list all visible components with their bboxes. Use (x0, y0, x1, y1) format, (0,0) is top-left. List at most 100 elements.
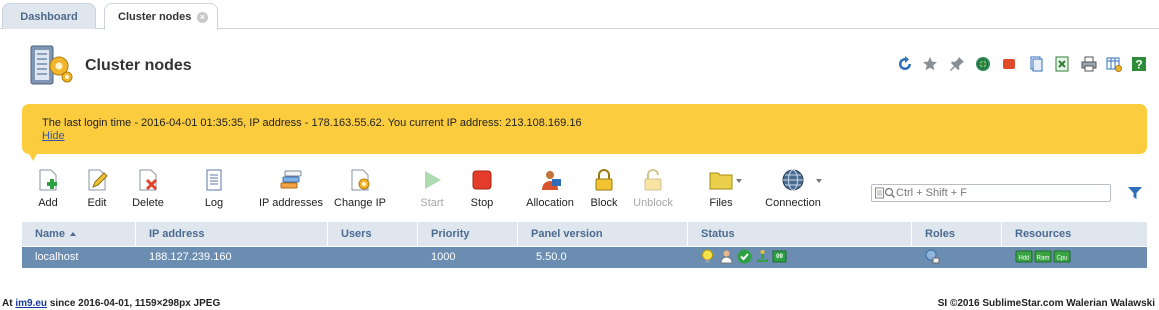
edit-icon (88, 169, 108, 191)
notice-pointer (28, 152, 38, 161)
stop-record-icon[interactable] (1001, 56, 1017, 72)
last-login-notice: The last login time - 2016-04-01 01:35:3… (22, 104, 1147, 154)
image-credit: At im9.eu since 2016-04-01, 1159×298px J… (2, 298, 220, 309)
star-icon[interactable] (922, 56, 938, 72)
connection-label: Connection (765, 197, 821, 209)
check-icon (737, 249, 752, 264)
connection-dropdown-icon[interactable] (816, 179, 822, 183)
cpu-icon: Cpu (1053, 250, 1071, 263)
filter-icon[interactable] (1128, 186, 1142, 200)
hide-notice-link[interactable]: Hide (42, 130, 65, 142)
files-dropdown-icon[interactable] (736, 179, 742, 183)
credit-suffix: since 2016-04-01, 1159×298px JPEG (49, 298, 221, 309)
column-header-panel-version[interactable]: Panel version (517, 222, 687, 246)
excel-icon[interactable] (1054, 56, 1070, 72)
start-label: Start (420, 197, 444, 209)
network-icon (757, 250, 768, 262)
cluster-server-icon (30, 45, 73, 85)
tab-cluster-nodes-label: Cluster nodes (118, 11, 192, 23)
files-label: Files (709, 197, 733, 209)
connection-globe-icon (782, 169, 804, 191)
column-header-name-label: Name (35, 228, 65, 240)
quick-search[interactable] (871, 184, 1111, 202)
log-label: Log (204, 197, 224, 209)
last-login-text: The last login time - 2016-04-01 01:35:3… (42, 117, 582, 129)
page-title: Cluster nodes (85, 57, 192, 74)
allocation-button[interactable]: Allocation (526, 168, 574, 209)
cell-panel-version: 5.50.0 (536, 251, 567, 263)
version-icon: 09 (772, 250, 787, 263)
user-icon (720, 250, 733, 264)
change-ip-label: Change IP (334, 197, 386, 209)
sort-ascending-icon (69, 232, 76, 236)
tab-cluster-nodes[interactable]: Cluster nodes × (104, 3, 218, 30)
delete-button[interactable]: Delete (130, 168, 166, 209)
stop-icon (472, 170, 492, 190)
folder-icon (709, 172, 733, 190)
copyright-text: SI ©2016 SublimeStar.com Walerian Walaws… (937, 298, 1155, 309)
tab-dashboard[interactable]: Dashboard (2, 3, 96, 29)
bulb-icon (702, 249, 713, 263)
svg-text:Hdd: Hdd (1018, 256, 1029, 262)
column-header-name[interactable]: Name (22, 222, 135, 246)
column-header-users[interactable]: Users (327, 222, 417, 246)
print-icon[interactable] (1081, 56, 1097, 72)
column-header-resources[interactable]: Resources (1001, 222, 1147, 246)
cell-priority: 1000 (431, 251, 456, 263)
allocation-icon (542, 171, 561, 190)
unlock-icon (644, 169, 662, 191)
unblock-label: Unblock (633, 197, 673, 209)
delete-label: Delete (132, 197, 164, 209)
cell-users (328, 247, 341, 268)
files-button[interactable]: Files (704, 168, 742, 209)
add-icon (39, 169, 57, 191)
svg-text:09: 09 (776, 254, 783, 260)
block-button[interactable]: Block (589, 168, 619, 209)
log-icon (206, 169, 222, 191)
search-icon (875, 187, 896, 199)
lock-icon (595, 169, 613, 191)
column-header-status[interactable]: Status (687, 222, 911, 246)
change-ip-icon (351, 169, 370, 191)
svg-text:Ram: Ram (1037, 256, 1050, 262)
column-header-priority[interactable]: Priority (417, 222, 517, 246)
credit-link[interactable]: im9.eu (15, 298, 47, 309)
copy-icon[interactable] (1028, 56, 1044, 72)
credit-prefix: At (2, 298, 13, 309)
close-tab-icon[interactable]: × (197, 12, 208, 23)
stop-button[interactable]: Stop (469, 168, 495, 209)
search-input[interactable] (896, 186, 1106, 200)
table-header: Name IP address Users Priority Panel ver… (22, 222, 1147, 246)
block-label: Block (590, 197, 618, 209)
ip-addresses-button[interactable]: IP addresses (259, 168, 323, 209)
cell-ip-address: 188.127.239.160 (149, 251, 232, 263)
cell-name: localhost (35, 251, 79, 263)
refresh-icon[interactable] (897, 56, 913, 72)
delete-icon (139, 169, 158, 191)
tab-bar: Dashboard Cluster nodes × (0, 0, 1159, 30)
add-button[interactable]: Add (34, 168, 62, 209)
column-header-roles[interactable]: Roles (911, 222, 1001, 246)
globe-icon[interactable] (975, 56, 991, 72)
ip-addresses-icon (280, 170, 302, 189)
column-header-ip-address[interactable]: IP address (135, 222, 327, 246)
ram-icon: Ram (1034, 250, 1052, 263)
table-row[interactable]: localhost 188.127.239.160 1000 5.50.0 09… (22, 247, 1147, 268)
connection-button[interactable]: Connection (764, 168, 822, 209)
add-label: Add (38, 197, 58, 209)
start-button[interactable]: Start (418, 168, 446, 209)
table-settings-icon[interactable] (1106, 56, 1122, 72)
pin-icon[interactable] (949, 56, 965, 72)
svg-text:Cpu: Cpu (1056, 256, 1067, 262)
ip-addresses-label: IP addresses (259, 197, 324, 209)
unblock-button[interactable]: Unblock (633, 168, 673, 209)
svg-text:?: ? (1135, 58, 1142, 72)
edit-button[interactable]: Edit (84, 168, 110, 209)
help-icon[interactable]: ? (1131, 56, 1147, 72)
play-icon (425, 171, 441, 189)
edit-label: Edit (87, 197, 107, 209)
change-ip-button[interactable]: Change IP (334, 168, 386, 209)
stop-label: Stop (470, 197, 494, 209)
node-role-icon (925, 249, 940, 264)
log-button[interactable]: Log (202, 168, 226, 209)
